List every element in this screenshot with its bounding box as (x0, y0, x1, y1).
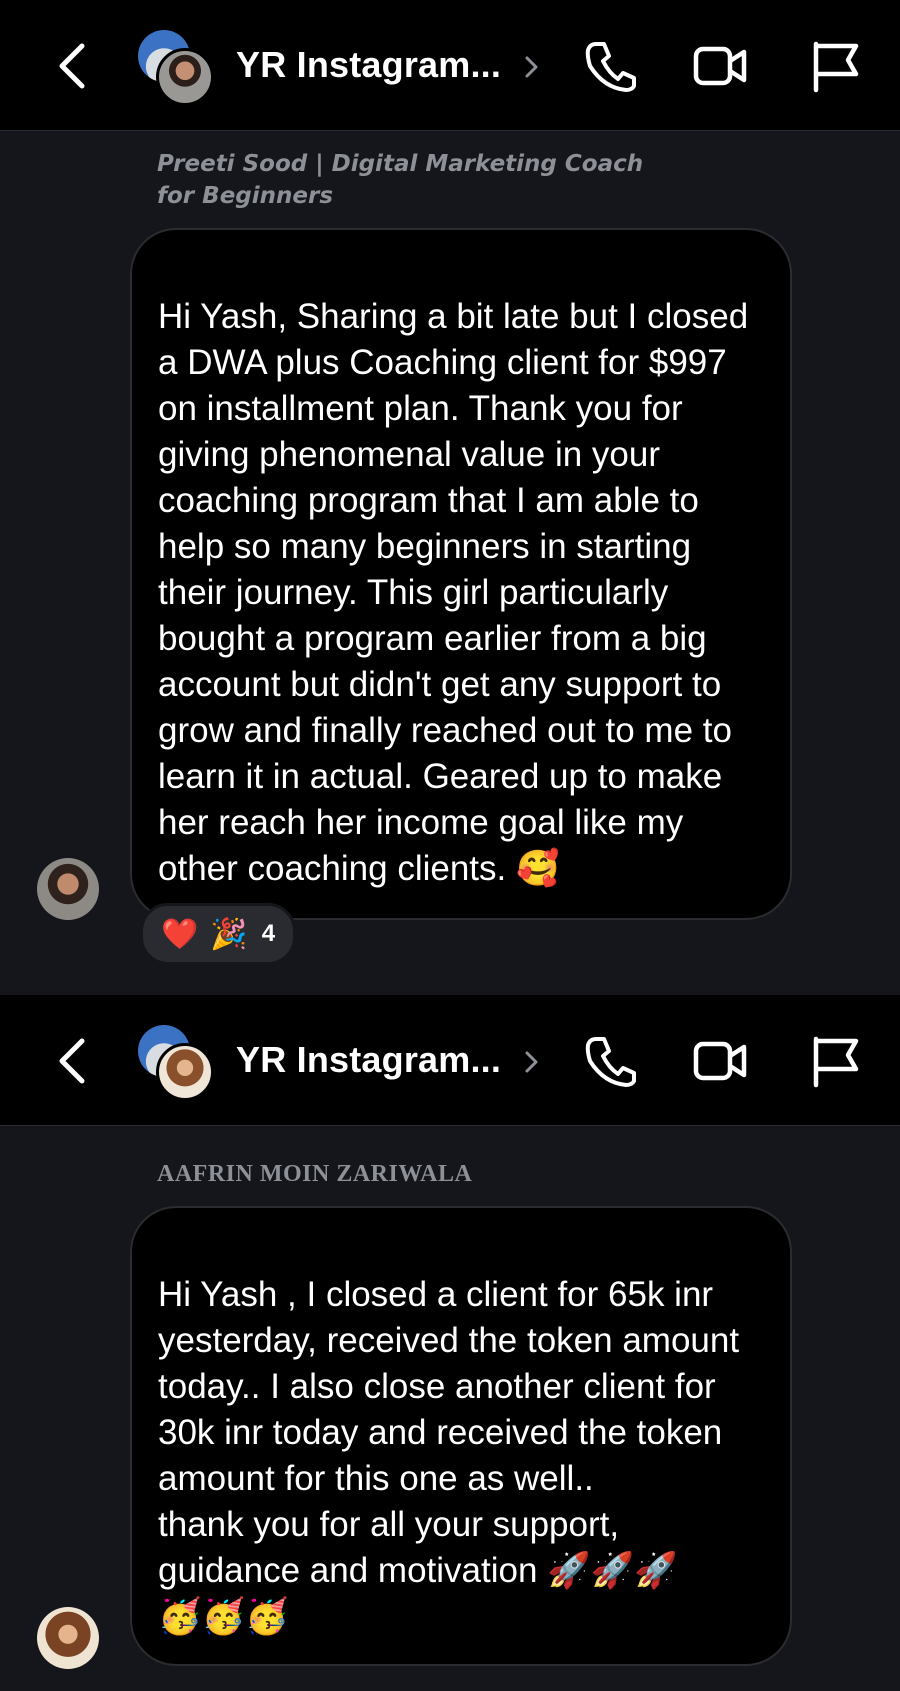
chat-title[interactable]: YR Instagram... (236, 44, 501, 86)
flag-icon[interactable] (808, 38, 866, 94)
chat-header: YR Instagram... (0, 995, 900, 1126)
message-bubble[interactable]: Hi Yash , I closed a client for 65k inr … (130, 1206, 792, 1666)
sender-avatar[interactable] (37, 858, 99, 920)
video-camera-icon[interactable] (692, 38, 750, 94)
party-popper-reaction-icon: 🎉 (210, 916, 248, 952)
chat-header: YR Instagram... (0, 0, 900, 131)
chevron-right-icon[interactable] (522, 52, 542, 82)
chevron-right-icon[interactable] (522, 1047, 542, 1077)
back-chevron-icon[interactable] (52, 40, 96, 92)
phone-icon[interactable] (582, 1033, 640, 1089)
message-text: Hi Yash , I closed a client for 65k inr … (158, 1275, 740, 1636)
sender-name: AAFRIN MOIN ZARIWALA (157, 1161, 473, 1187)
phone-icon[interactable] (582, 38, 640, 94)
group-avatar-front (156, 1043, 214, 1101)
sender-name: Preeti Sood | Digital Marketing Coach fo… (157, 151, 644, 209)
message-bubble[interactable]: Hi Yash, Sharing a bit late but I closed… (130, 228, 792, 920)
group-avatar[interactable] (138, 1025, 214, 1101)
reaction-count: 4 (261, 920, 276, 947)
group-avatar-front (156, 48, 214, 106)
group-avatar[interactable] (138, 30, 214, 106)
chat-title[interactable]: YR Instagram... (236, 1039, 501, 1081)
conversation-panel-2: YR Instagram... AAFRIN MOIN ZARIWALA Hi … (0, 995, 900, 1691)
reactions-pill[interactable]: ❤️ 🎉 4 (140, 903, 297, 965)
sender-avatar[interactable] (37, 1607, 99, 1669)
conversation-panel-1: YR Instagram... Preeti Sood | Digital Ma… (0, 0, 900, 995)
video-camera-icon[interactable] (692, 1033, 750, 1089)
heart-reaction-icon: ❤️ (161, 916, 199, 952)
back-chevron-icon[interactable] (52, 1035, 96, 1087)
flag-icon[interactable] (808, 1033, 866, 1089)
message-text: Hi Yash, Sharing a bit late but I closed… (158, 297, 749, 888)
